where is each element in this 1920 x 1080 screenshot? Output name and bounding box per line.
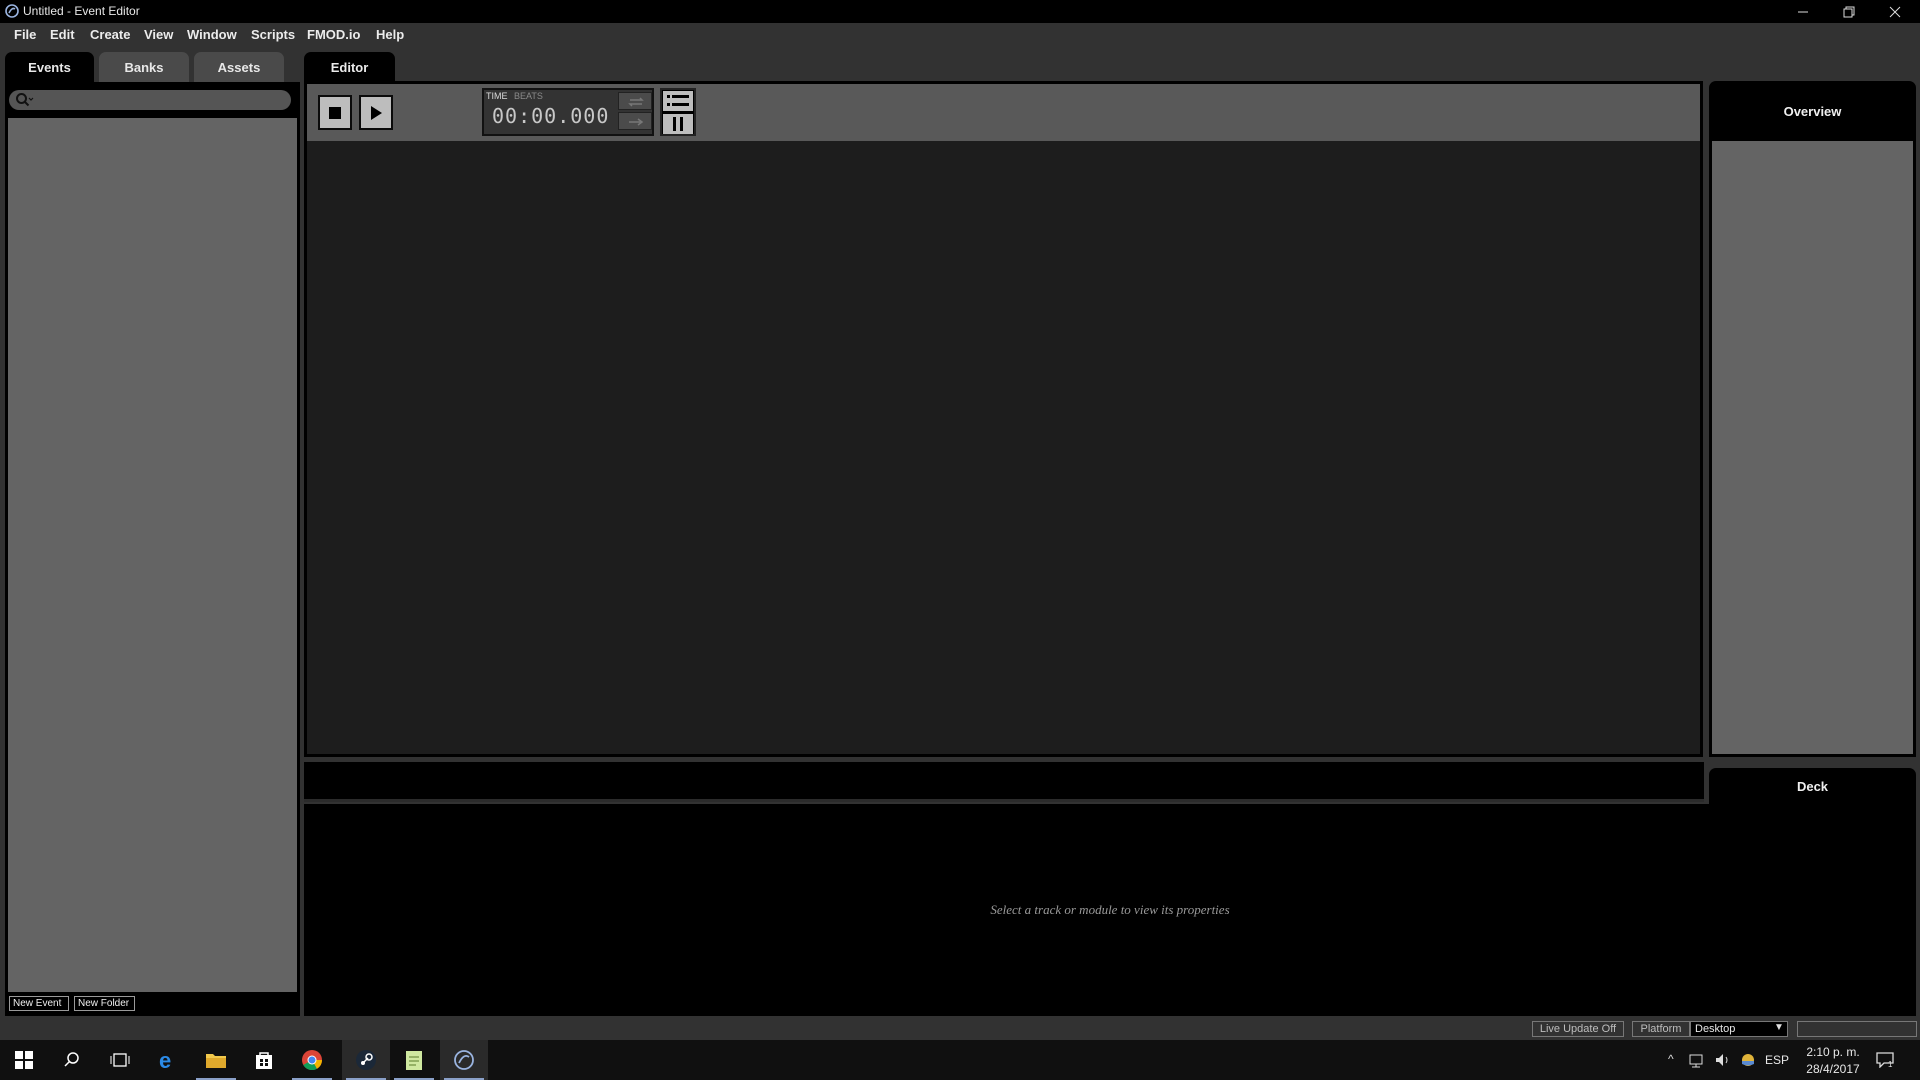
notifications-icon[interactable]: 1 bbox=[1876, 1052, 1896, 1069]
notification-count: 1 bbox=[1888, 1060, 1893, 1068]
tab-editor[interactable]: Editor bbox=[304, 52, 395, 82]
language-indicator[interactable]: ESP bbox=[1765, 1053, 1789, 1067]
edge-icon[interactable]: e bbox=[144, 1040, 192, 1080]
event-list[interactable] bbox=[8, 118, 297, 992]
title-bar bbox=[0, 0, 1920, 23]
beats-mode-label[interactable]: BEATS bbox=[514, 91, 543, 101]
platform-label: Platform bbox=[1632, 1021, 1690, 1037]
list-icon bbox=[667, 95, 689, 106]
svg-text:e: e bbox=[159, 1049, 171, 1071]
file-explorer-icon[interactable] bbox=[192, 1040, 240, 1080]
search-icon[interactable] bbox=[15, 92, 35, 108]
clock-time[interactable]: 2:10 p. m. bbox=[1803, 1045, 1863, 1059]
play-button[interactable] bbox=[359, 95, 393, 130]
chrome-icon[interactable] bbox=[288, 1040, 336, 1080]
follow-playback-toggle[interactable] bbox=[618, 112, 652, 130]
time-value: 00:00.000 bbox=[492, 104, 610, 128]
search-input[interactable] bbox=[9, 90, 291, 110]
taskbar-search-icon[interactable] bbox=[48, 1040, 96, 1080]
clock-date[interactable]: 28/4/2017 bbox=[1803, 1062, 1863, 1076]
chevron-up-icon[interactable]: ^ bbox=[1668, 1052, 1674, 1066]
loop-icon bbox=[628, 97, 644, 107]
status-progress bbox=[1797, 1021, 1917, 1037]
play-icon bbox=[371, 105, 382, 120]
stop-icon bbox=[329, 106, 341, 119]
menu-bar: File Edit Create View Window Scripts FMO… bbox=[0, 23, 1920, 45]
deck-title: Deck bbox=[1796, 779, 1829, 794]
editor-canvas[interactable] bbox=[307, 141, 1700, 754]
task-view-icon[interactable] bbox=[96, 1040, 144, 1080]
restore-button[interactable] bbox=[1826, 0, 1872, 23]
restore-icon bbox=[1843, 6, 1855, 17]
dropdown-arrow-icon[interactable]: ▼ bbox=[1774, 1022, 1784, 1033]
steam-icon[interactable] bbox=[342, 1040, 390, 1080]
menu-help[interactable]: Help bbox=[376, 27, 404, 42]
list-view-toggle[interactable] bbox=[663, 91, 693, 111]
deck-strip bbox=[304, 762, 1704, 802]
tab-banks[interactable]: Banks bbox=[99, 52, 189, 82]
overview-body[interactable] bbox=[1712, 141, 1913, 754]
fmod-logo-icon bbox=[4, 3, 20, 19]
overview-title: Overview bbox=[1783, 104, 1842, 119]
minimize-button[interactable] bbox=[1780, 0, 1826, 23]
fmod-studio-icon[interactable] bbox=[440, 1040, 488, 1080]
tab-events[interactable]: Events bbox=[5, 52, 94, 82]
menu-file[interactable]: File bbox=[14, 27, 36, 42]
menu-edit[interactable]: Edit bbox=[50, 27, 75, 42]
new-event-button[interactable]: New Event bbox=[9, 996, 69, 1011]
menu-create[interactable]: Create bbox=[90, 27, 130, 42]
pause-icon bbox=[673, 117, 683, 131]
time-mode-label[interactable]: TIME bbox=[486, 91, 508, 101]
notepad-icon[interactable] bbox=[390, 1040, 438, 1080]
menu-fmod-io[interactable]: FMOD.io bbox=[307, 27, 360, 42]
tab-assets[interactable]: Assets bbox=[194, 52, 284, 82]
volume-icon[interactable] bbox=[1714, 1052, 1732, 1068]
menu-window[interactable]: Window bbox=[187, 27, 237, 42]
deck-hint: Select a track or module to view its pro… bbox=[990, 902, 1230, 917]
window-title: Untitled - Event Editor bbox=[23, 4, 140, 18]
close-icon bbox=[1889, 6, 1901, 17]
minimize-icon bbox=[1798, 11, 1808, 12]
stop-button[interactable] bbox=[318, 95, 352, 130]
network-icon[interactable] bbox=[1688, 1052, 1706, 1068]
store-icon[interactable] bbox=[240, 1040, 288, 1080]
arrow-right-icon bbox=[629, 118, 644, 126]
windows-start-icon[interactable] bbox=[0, 1040, 48, 1080]
pause-toggle[interactable] bbox=[663, 114, 693, 134]
new-folder-button[interactable]: New Folder bbox=[74, 996, 135, 1011]
live-update-toggle[interactable]: Live Update Off bbox=[1532, 1021, 1624, 1037]
close-button[interactable] bbox=[1872, 0, 1918, 23]
weather-icon[interactable] bbox=[1740, 1052, 1756, 1068]
menu-scripts[interactable]: Scripts bbox=[251, 27, 295, 42]
loop-toggle[interactable] bbox=[618, 92, 652, 110]
menu-view[interactable]: View bbox=[144, 27, 173, 42]
